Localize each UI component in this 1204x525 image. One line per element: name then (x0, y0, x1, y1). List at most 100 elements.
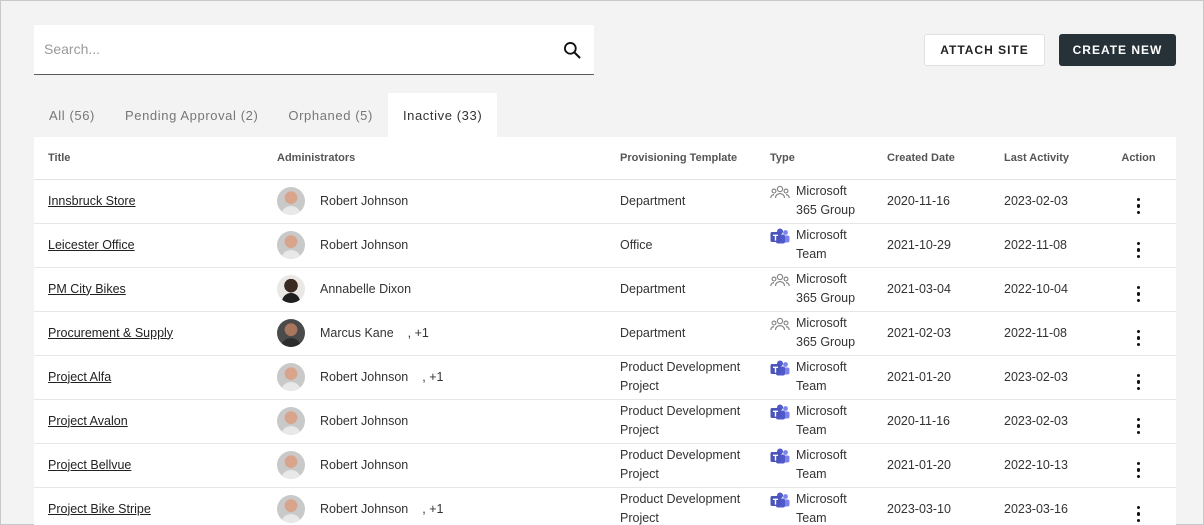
table-row: Procurement & Supply Marcus Kane , +1 De… (34, 311, 1176, 356)
table-row: Innsbruck Store Robert Johnson Departmen… (34, 179, 1176, 224)
search-input[interactable] (34, 25, 554, 73)
teams-icon (770, 228, 790, 246)
avatar (277, 451, 305, 479)
avatar (277, 231, 305, 259)
created-date-cell: 2023-03-10 (873, 487, 990, 525)
created-date-cell: 2021-01-20 (873, 443, 990, 488)
table-row: Project Bike Stripe Robert Johnson , +1 … (34, 487, 1176, 525)
admin-name: Robert Johnson (320, 457, 409, 472)
table-row: Project Bellvue Robert Johnson Product D… (34, 443, 1176, 488)
site-title-link[interactable]: Project Bike Stripe (48, 502, 151, 516)
teams-icon (770, 360, 790, 378)
site-title-link[interactable]: Innsbruck Store (48, 194, 136, 208)
admin-extra-count[interactable]: , +1 (408, 324, 429, 343)
more-actions-icon[interactable] (1136, 197, 1141, 214)
type-label: Microsoft 365 Group (796, 316, 856, 349)
admin-name: Robert Johnson (320, 193, 409, 208)
filter-tabs: All (56) Pending Approval (2) Orphaned (… (34, 93, 498, 137)
avatar (277, 363, 305, 391)
created-date-cell: 2021-01-20 (873, 355, 990, 400)
avatar (277, 187, 305, 215)
type-label: Microsoft Team (796, 448, 847, 481)
site-title-link[interactable]: Project Alfa (48, 370, 111, 384)
created-date-cell: 2021-10-29 (873, 223, 990, 268)
site-title-link[interactable]: Procurement & Supply (48, 326, 173, 340)
administrator: Robert Johnson (277, 231, 592, 259)
type-label: Microsoft Team (796, 228, 847, 261)
admin-name: Marcus Kane (320, 325, 394, 340)
avatar (277, 495, 305, 523)
site-title-link[interactable]: Project Avalon (48, 414, 128, 428)
last-activity-cell: 2022-11-08 (990, 223, 1101, 268)
group-icon (770, 316, 790, 334)
group-icon (770, 272, 790, 290)
type-label: Microsoft Team (796, 404, 847, 437)
last-activity-cell: 2022-10-04 (990, 267, 1101, 312)
table-row: PM City Bikes Annabelle Dixon Department… (34, 267, 1176, 312)
avatar (277, 407, 305, 435)
administrator: Robert Johnson (277, 187, 592, 215)
administrator: Marcus Kane , +1 (277, 319, 592, 347)
administrator: Robert Johnson , +1 (277, 363, 592, 391)
tab-all[interactable]: All (56) (34, 93, 110, 137)
header-administrators[interactable]: Administrators (263, 137, 606, 180)
administrator: Robert Johnson , +1 (277, 495, 592, 523)
admin-extra-count[interactable]: , +1 (422, 500, 443, 519)
header-type[interactable]: Type (756, 137, 873, 180)
site-title-link[interactable]: Leicester Office (48, 238, 135, 252)
last-activity-cell: 2023-02-03 (990, 179, 1101, 224)
more-actions-icon[interactable] (1136, 505, 1141, 522)
template-cell: Product Development Project (606, 487, 756, 525)
type-label: Microsoft Team (796, 492, 847, 525)
created-date-cell: 2021-02-03 (873, 311, 990, 356)
group-icon (770, 184, 790, 202)
table-row: Project Alfa Robert Johnson , +1 Product… (34, 355, 1176, 400)
more-actions-icon[interactable] (1136, 329, 1141, 346)
admin-extra-count[interactable]: , +1 (422, 368, 443, 387)
teams-icon (770, 492, 790, 510)
create-new-button[interactable]: CREATE NEW (1059, 34, 1176, 66)
site-title-link[interactable]: Project Bellvue (48, 458, 131, 472)
admin-name: Robert Johnson (320, 369, 409, 384)
avatar (277, 275, 305, 303)
administrator: Robert Johnson (277, 407, 592, 435)
template-cell: Product Development Project (606, 355, 756, 400)
teams-icon (770, 448, 790, 466)
template-cell: Department (606, 267, 756, 312)
created-date-cell: 2021-03-04 (873, 267, 990, 312)
header-last-activity[interactable]: Last Activity (990, 137, 1101, 180)
created-date-cell: 2020-11-16 (873, 179, 990, 224)
site-title-link[interactable]: PM City Bikes (48, 282, 126, 296)
teams-icon (770, 404, 790, 422)
header-action: Action (1101, 137, 1176, 180)
admin-name: Robert Johnson (320, 501, 409, 516)
header-created-date[interactable]: Created Date (873, 137, 990, 180)
tab-inactive[interactable]: Inactive (33) (387, 93, 498, 137)
more-actions-icon[interactable] (1136, 285, 1141, 302)
more-actions-icon[interactable] (1136, 241, 1141, 258)
admin-name: Robert Johnson (320, 237, 409, 252)
attach-site-button[interactable]: ATTACH SITE (924, 34, 1045, 66)
last-activity-cell: 2023-02-03 (990, 355, 1101, 400)
more-actions-icon[interactable] (1136, 417, 1141, 434)
template-cell: Department (606, 179, 756, 224)
search-icon[interactable] (562, 40, 582, 60)
type-label: Microsoft 365 Group (796, 184, 856, 217)
avatar (277, 319, 305, 347)
header-template[interactable]: Provisioning Template (606, 137, 756, 180)
administrator: Annabelle Dixon (277, 275, 592, 303)
type-label: Microsoft 365 Group (796, 272, 856, 305)
type-label: Microsoft Team (796, 360, 847, 393)
tab-pending-approval[interactable]: Pending Approval (2) (110, 93, 273, 137)
more-actions-icon[interactable] (1136, 373, 1141, 390)
admin-name: Robert Johnson (320, 413, 409, 428)
template-cell: Product Development Project (606, 443, 756, 488)
tab-orphaned[interactable]: Orphaned (5) (273, 93, 388, 137)
last-activity-cell: 2023-03-16 (990, 487, 1101, 525)
table-row: Leicester Office Robert Johnson Office M… (34, 223, 1176, 268)
table-row: Project Avalon Robert Johnson Product De… (34, 399, 1176, 444)
more-actions-icon[interactable] (1136, 461, 1141, 478)
header-title[interactable]: Title (34, 137, 263, 180)
template-cell: Office (606, 223, 756, 268)
admin-name: Annabelle Dixon (320, 281, 412, 296)
